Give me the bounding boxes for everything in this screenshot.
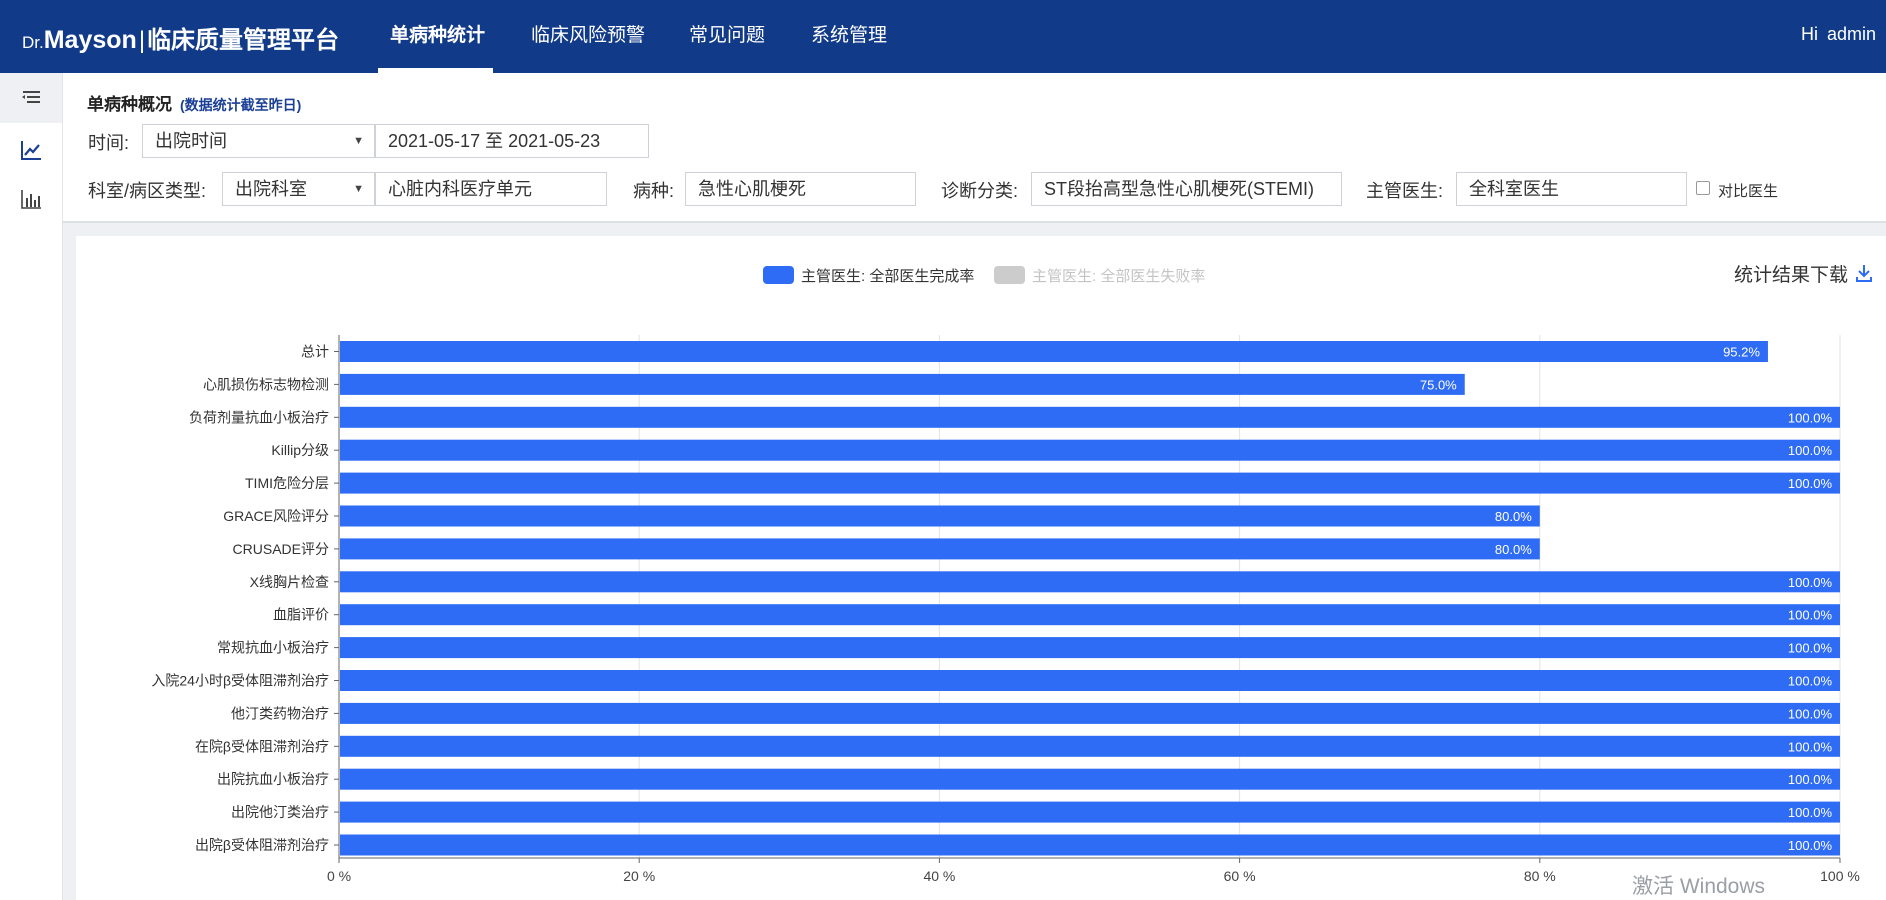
bar-value-label: 100.0% [1788,674,1833,689]
bar [340,768,1840,790]
category-label: 出院他汀类治疗 [231,804,329,820]
category-label: 出院抗血小板治疗 [217,771,329,787]
bar [340,702,1840,724]
bar [340,735,1840,757]
bar-value-label: 100.0% [1788,838,1833,853]
category-label: 心肌损伤标志物检测 [203,376,329,392]
bar [340,341,1768,362]
category-label: GRACE风险评分 [223,508,329,524]
category-label: 在院β受体阻滞剂治疗 [195,738,329,754]
bar [340,604,1840,626]
bar-value-label: 100.0% [1788,772,1833,787]
bar-value-label: 80.0% [1495,542,1532,557]
bar [340,505,1540,527]
bar-value-label: 100.0% [1788,575,1833,590]
category-label: X线胸片检查 [250,574,329,590]
category-label: 血脂评价 [273,607,329,623]
bar-value-label: 95.2% [1723,345,1760,360]
x-tick-label: 0 % [327,868,351,884]
bar [340,801,1840,823]
category-label: CRUSADE评分 [233,541,329,557]
category-label: TIMI危险分层 [245,475,329,491]
category-label: 他汀类药物治疗 [231,705,329,721]
x-tick-label: 20 % [623,868,655,884]
bar [340,571,1840,593]
x-tick-label: 80 % [1524,868,1556,884]
bar [340,472,1840,494]
bar-value-label: 75.0% [1420,377,1457,392]
bar-value-label: 100.0% [1788,805,1833,820]
completion-bar-chart: 0 % 20 % 40 % 60 % 80 % 100 % 总计 95.2% 心肌损伤标志物检测… [151,335,1860,884]
category-label: 入院24小时β受体阻滞剂治疗 [151,673,329,689]
bar-value-label: 100.0% [1788,443,1833,458]
x-tick-label: 100 % [1820,868,1860,884]
bar-value-label: 80.0% [1495,509,1532,524]
bar-value-label: 100.0% [1788,706,1833,721]
x-tick-label: 60 % [1224,868,1256,884]
bar [340,439,1840,461]
bar [340,373,1465,395]
category-label: 负荷剂量抗血小板治疗 [189,409,329,425]
category-label: Killip分级 [271,442,329,458]
category-label: 出院β受体阻滞剂治疗 [195,837,329,853]
bar [340,637,1840,659]
bar-value-label: 100.0% [1788,739,1833,754]
category-label: 总计 [301,344,329,360]
bar-value-label: 100.0% [1788,410,1833,425]
x-tick-label: 40 % [923,868,955,884]
bar-value-label: 100.0% [1788,608,1833,623]
bar [340,406,1840,428]
category-label: 常规抗血小板治疗 [217,640,329,656]
windows-activation-watermark: 激活 Windows [1632,875,1766,898]
bar [340,670,1840,691]
bar [340,834,1840,856]
bar-value-label: 100.0% [1788,476,1833,491]
bar [340,538,1540,560]
bar-value-label: 100.0% [1788,641,1833,656]
